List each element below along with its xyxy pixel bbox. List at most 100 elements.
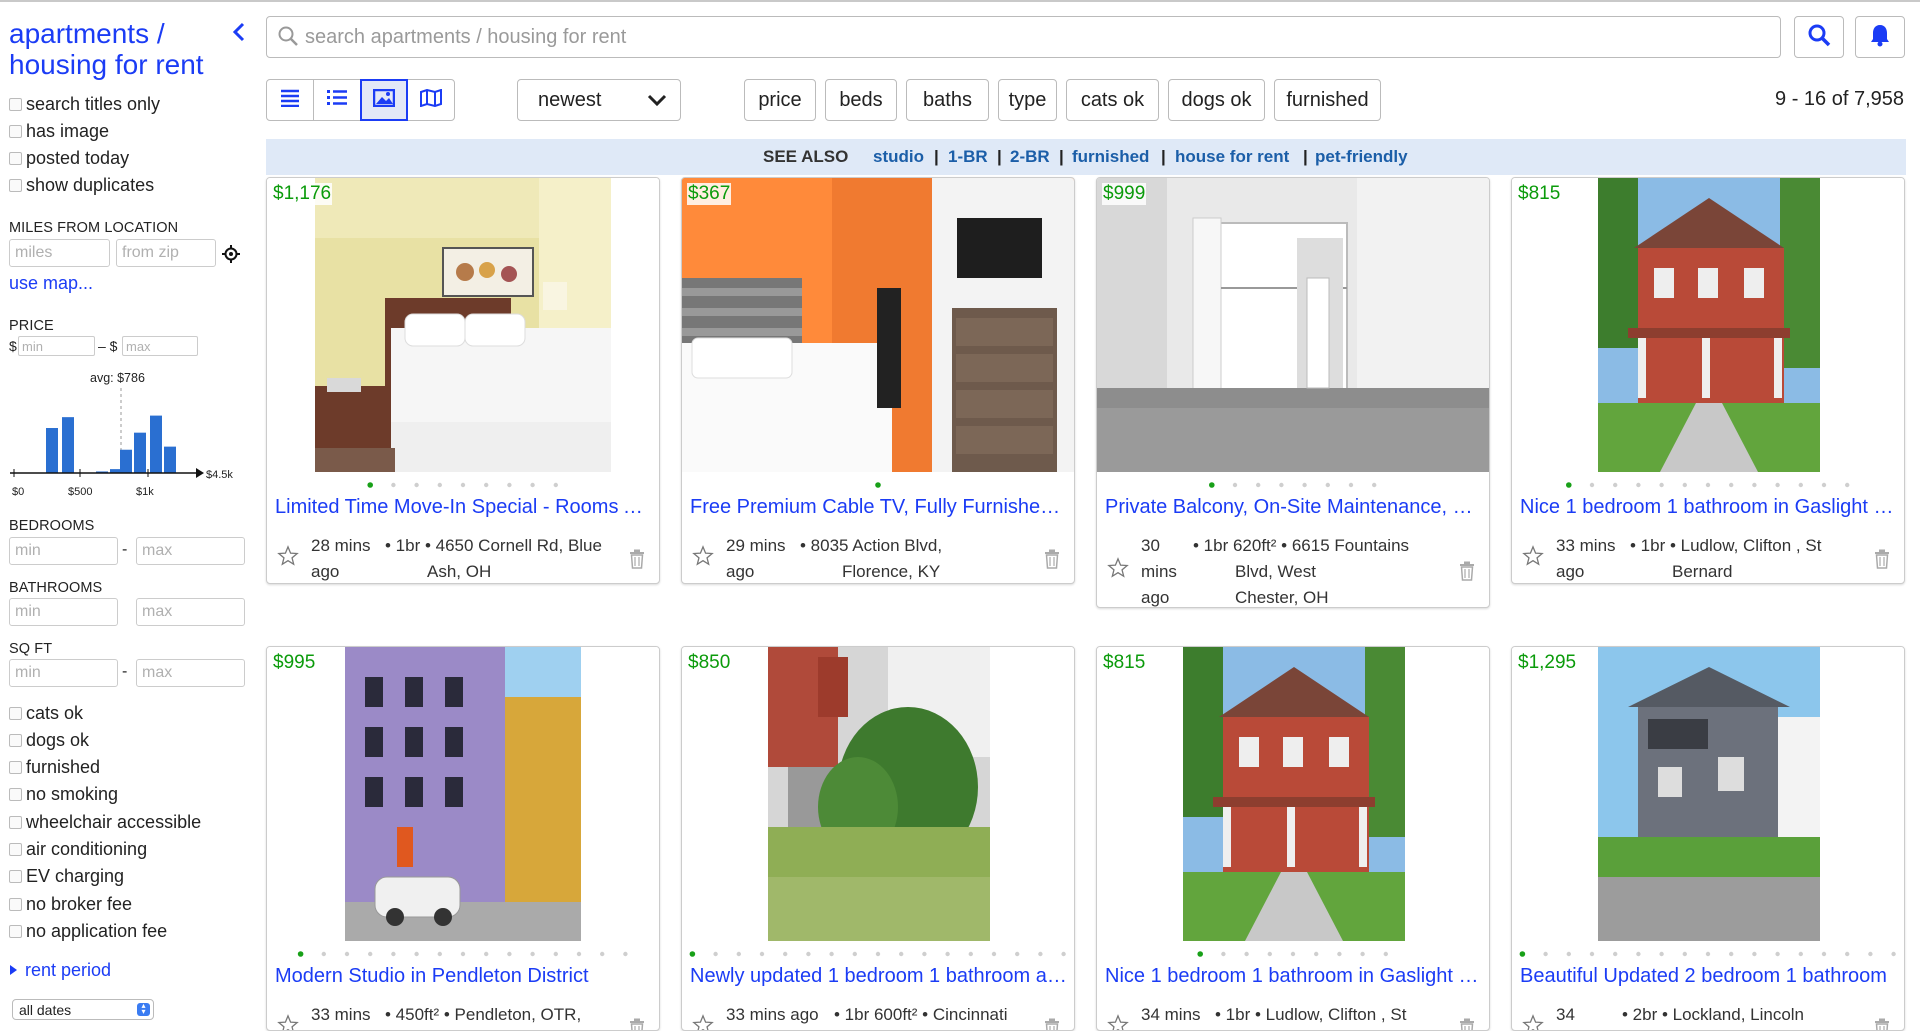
carousel-dot[interactable] — [759, 951, 765, 957]
carousel-dot[interactable] — [1798, 951, 1803, 957]
checkbox-row[interactable]: no smoking — [9, 784, 118, 806]
carousel-dot[interactable] — [1659, 951, 1664, 957]
miles-input[interactable] — [9, 239, 110, 267]
bedrooms-min-input[interactable] — [9, 537, 118, 565]
carousel-dot[interactable] — [1197, 951, 1203, 957]
carousel-dot[interactable] — [1543, 951, 1548, 957]
carousel-dot[interactable] — [1845, 482, 1850, 488]
carousel-dot[interactable] — [1314, 951, 1319, 957]
carousel-dot[interactable] — [1337, 951, 1342, 957]
carousel-dot[interactable] — [1209, 482, 1215, 488]
checkbox[interactable] — [9, 152, 22, 166]
checkbox[interactable] — [9, 843, 22, 856]
checkbox[interactable] — [9, 179, 22, 193]
checkbox[interactable] — [9, 788, 22, 802]
carousel-dot[interactable] — [713, 951, 718, 957]
checkbox-row[interactable]: wheelchair accessible — [9, 811, 201, 833]
filter-furnished-button[interactable]: furnished — [1274, 79, 1381, 121]
listing-card[interactable]: $995 Modern Studio in Pendleton District 3… — [266, 646, 660, 1031]
carousel-dot[interactable] — [1729, 482, 1734, 488]
carousel-dot[interactable] — [460, 951, 466, 957]
carousel-dot[interactable] — [484, 482, 489, 488]
alerts-button[interactable] — [1855, 16, 1905, 58]
carousel-dot[interactable] — [1775, 951, 1780, 957]
carousel-dot[interactable] — [297, 951, 304, 957]
trash-icon[interactable] — [1459, 561, 1475, 586]
image-carousel-dots[interactable] — [682, 480, 1074, 490]
map-view-button[interactable] — [407, 79, 455, 121]
carousel-dot[interactable] — [507, 951, 512, 957]
carousel-dot[interactable] — [1566, 951, 1571, 957]
carousel-dot[interactable] — [1302, 482, 1307, 488]
image-carousel-dots[interactable] — [267, 480, 659, 490]
see-also-link[interactable]: pet-friendly — [1315, 139, 1408, 175]
carousel-dot[interactable] — [1015, 951, 1020, 957]
filter-dogs-ok-button[interactable]: dogs ok — [1168, 79, 1265, 121]
carousel-dot[interactable] — [321, 951, 326, 957]
carousel-dot[interactable] — [553, 951, 558, 957]
star-icon[interactable] — [692, 545, 714, 572]
listing-title[interactable]: Private Balcony, On-Site Maintenance, Pe… — [1105, 496, 1485, 519]
carousel-dot[interactable] — [1868, 951, 1873, 957]
carousel-dot[interactable] — [507, 482, 512, 488]
carousel-dot[interactable] — [1821, 482, 1827, 488]
filter-baths-button[interactable]: baths — [906, 79, 989, 121]
trash-icon[interactable] — [629, 1018, 645, 1030]
carousel-dot[interactable] — [1798, 482, 1803, 488]
filter-type-button[interactable]: type — [998, 79, 1057, 121]
checkbox-row[interactable]: posted today — [9, 148, 129, 170]
carousel-dot[interactable] — [1636, 951, 1641, 957]
checkbox-row[interactable]: show duplicates — [9, 175, 154, 197]
listing-image[interactable] — [1097, 178, 1489, 472]
carousel-dot[interactable] — [1566, 482, 1572, 488]
filter-price-button[interactable]: price — [744, 79, 816, 121]
star-icon[interactable] — [692, 1014, 714, 1030]
carousel-dot[interactable] — [922, 951, 927, 957]
carousel-dot[interactable] — [1221, 951, 1226, 957]
trash-icon[interactable] — [1874, 549, 1890, 574]
carousel-dot[interactable] — [414, 482, 419, 488]
carousel-dot[interactable] — [1589, 951, 1595, 957]
carousel-dot[interactable] — [1636, 482, 1641, 488]
checkbox-row[interactable]: air conditioning — [9, 839, 147, 861]
carousel-dot[interactable] — [783, 951, 788, 957]
listing-card[interactable]: $850 Newly updated 1 bedroom 1 bathroom a… — [681, 646, 1075, 1031]
checkbox[interactable] — [9, 897, 22, 911]
carousel-dot[interactable] — [368, 951, 373, 957]
listing-card[interactable]: $1,295 Beautiful Updated 2 bedroom 1 bath… — [1511, 646, 1905, 1031]
carousel-dot[interactable] — [1267, 951, 1272, 957]
carousel-dot[interactable] — [1383, 951, 1388, 957]
trash-icon[interactable] — [1459, 1018, 1475, 1030]
image-carousel-dots[interactable] — [1097, 949, 1489, 959]
star-icon[interactable] — [277, 1014, 299, 1030]
price-histogram[interactable]: avg: $786 $0 $500 $1k $4.5k — [6, 366, 236, 502]
listing-image[interactable] — [682, 647, 1074, 941]
carousel-dot[interactable] — [1232, 482, 1238, 488]
listing-image[interactable] — [267, 647, 659, 941]
carousel-dot[interactable] — [1821, 951, 1827, 957]
image-carousel-dots[interactable] — [1097, 480, 1489, 490]
carousel-dot[interactable] — [1775, 482, 1780, 488]
carousel-dot[interactable] — [1613, 951, 1618, 957]
carousel-dot[interactable] — [623, 951, 628, 957]
listing-title[interactable]: Free Premium Cable TV, Fully Furnished R… — [690, 496, 1070, 519]
carousel-dot[interactable] — [1659, 482, 1664, 488]
crosshair-icon[interactable] — [221, 244, 241, 269]
listing-card[interactable]: $815 Nice 1 bedroom 1 bathroom in Gasligh… — [1511, 177, 1905, 584]
bathrooms-min-input[interactable] — [9, 598, 118, 626]
checkbox-row[interactable]: furnished — [9, 757, 100, 779]
listing-title[interactable]: Modern Studio in Pendleton District — [275, 965, 655, 988]
carousel-dot[interactable] — [899, 951, 904, 957]
trash-icon[interactable] — [1874, 1018, 1890, 1030]
page-title[interactable]: apartments / housing for rent — [9, 18, 204, 80]
carousel-dot[interactable] — [391, 482, 396, 488]
listing-card[interactable]: $1,176 Limited Time Move-In Special - Roo… — [266, 177, 660, 584]
carousel-dot[interactable] — [1613, 482, 1618, 488]
image-carousel-dots[interactable] — [267, 949, 659, 959]
see-also-link[interactable]: furnished — [1072, 139, 1149, 175]
trash-icon[interactable] — [1044, 549, 1060, 574]
carousel-dot[interactable] — [1891, 951, 1896, 957]
checkbox[interactable] — [9, 706, 22, 720]
carousel-dot[interactable] — [1589, 482, 1595, 488]
carousel-dot[interactable] — [484, 951, 489, 957]
